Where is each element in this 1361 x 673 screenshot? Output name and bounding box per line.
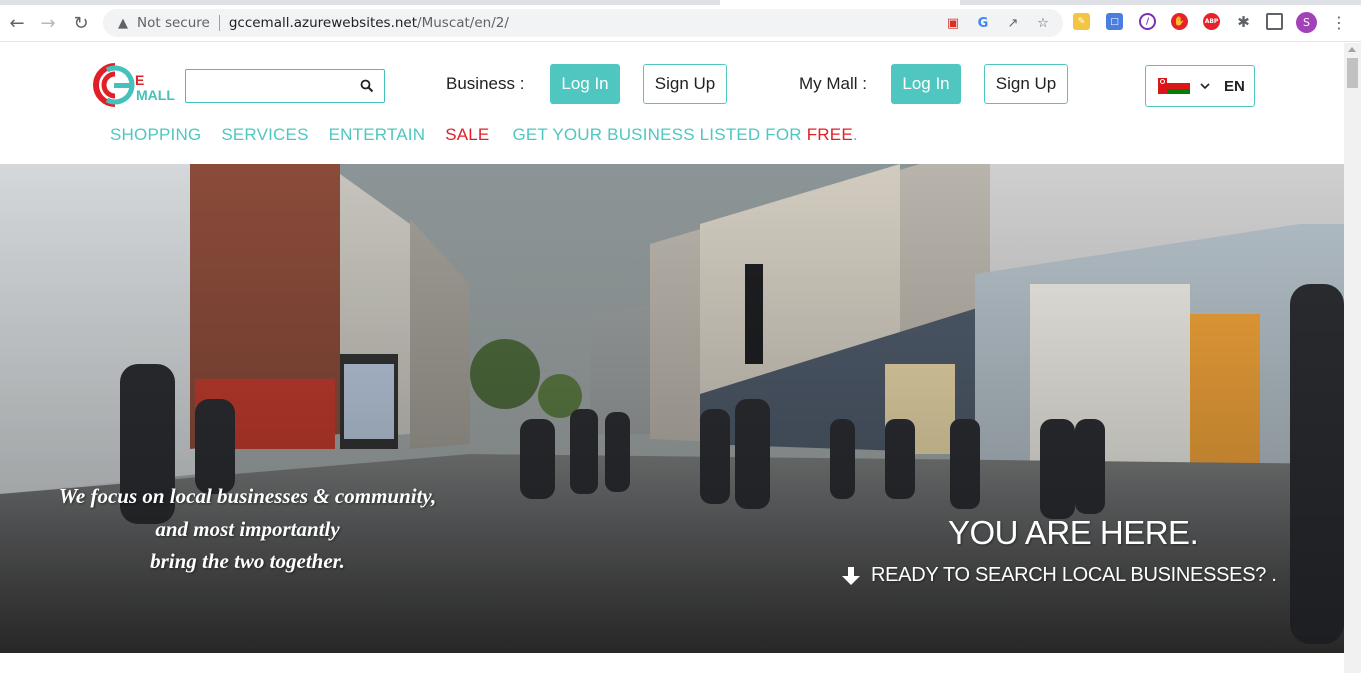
hero-tagline: We focus on local businesses & community…: [40, 480, 455, 578]
block-extension-icon[interactable]: /: [1139, 13, 1156, 30]
oman-flag-icon: [1158, 78, 1190, 94]
notes-extension-icon[interactable]: ✎: [1073, 13, 1090, 30]
arrow-down-icon: [842, 566, 860, 585]
tab-strip: [0, 0, 1361, 5]
listing-prefix: GET YOUR BUSINESS LISTED FOR: [512, 125, 807, 144]
nav-list-business-free[interactable]: GET YOUR BUSINESS LISTED FOR FREE.: [512, 125, 857, 145]
docs-extension-icon[interactable]: □: [1106, 13, 1123, 30]
business-label: Business :: [446, 74, 525, 93]
main-nav: SHOPPING SERVICES ENTERTAIN SALE GET YOU…: [110, 125, 878, 145]
warning-icon[interactable]: ▲: [115, 15, 131, 31]
my-mall-login-button[interactable]: Log In: [891, 64, 961, 104]
language-code: EN: [1224, 77, 1245, 95]
my-mall-signup-button[interactable]: Sign Up: [984, 64, 1068, 104]
search-icon[interactable]: [360, 79, 374, 93]
page-scrollbar[interactable]: [1344, 43, 1361, 673]
browser-toolbar: ← → ↻ ▲ Not secure gccemall.azurewebsite…: [0, 0, 1361, 42]
hero-title: YOU ARE HERE.: [948, 514, 1199, 551]
scroll-thumb[interactable]: [1347, 58, 1358, 88]
site-search: [185, 69, 385, 103]
google-translate-icon[interactable]: G: [975, 15, 991, 31]
chevron-down-icon: [1200, 83, 1210, 90]
listing-suffix: .: [852, 125, 858, 144]
bookmark-star-icon[interactable]: ☆: [1035, 15, 1051, 31]
hero-search-prompt[interactable]: READY TO SEARCH LOCAL BUSINESSES? .: [840, 564, 1277, 587]
logo-letter-e: E: [135, 72, 145, 88]
gce-mall-logo[interactable]: E MALL: [85, 60, 185, 110]
blocked-popup-icon[interactable]: ▣: [945, 15, 961, 31]
url-text[interactable]: gccemall.azurewebsites.net/Muscat/en/2/: [229, 15, 509, 31]
language-selector[interactable]: EN: [1145, 65, 1255, 107]
tagline-line-1: We focus on local businesses & community…: [58, 484, 437, 508]
profile-avatar[interactable]: S: [1296, 12, 1317, 33]
browser-menu-icon[interactable]: ⋮: [1330, 12, 1348, 32]
nav-entertain[interactable]: ENTERTAIN: [329, 125, 426, 145]
search-input[interactable]: [188, 72, 348, 100]
extensions-puzzle-icon[interactable]: ✱: [1235, 13, 1252, 31]
logo-word-mall: MALL: [136, 87, 175, 103]
side-panel-icon[interactable]: [1266, 13, 1283, 30]
reload-icon[interactable]: ↻: [70, 12, 92, 34]
address-separator: [218, 15, 220, 31]
hero-subtitle: READY TO SEARCH LOCAL BUSINESSES? .: [871, 564, 1277, 586]
listing-free: FREE: [806, 125, 853, 144]
tagline-line-3: bring the two together.: [150, 549, 345, 573]
abp-extension-icon[interactable]: ABP: [1203, 13, 1220, 30]
share-icon[interactable]: ↗: [1005, 15, 1021, 31]
scroll-up-arrow-icon[interactable]: [1348, 47, 1356, 52]
nav-sale[interactable]: SALE: [445, 125, 489, 145]
business-login-button[interactable]: Log In: [550, 64, 620, 104]
adblock-hand-icon[interactable]: ✋: [1171, 13, 1188, 30]
not-secure-label[interactable]: Not secure: [137, 15, 210, 31]
tagline-line-2: and most importantly: [155, 516, 340, 541]
url-path: /Muscat/en/2/: [417, 15, 509, 31]
nav-services[interactable]: SERVICES: [221, 125, 308, 145]
hero-banner: We focus on local businesses & community…: [0, 164, 1344, 653]
active-tab[interactable]: [720, 0, 960, 5]
nav-shopping[interactable]: SHOPPING: [110, 125, 201, 145]
address-bar[interactable]: ▲ Not secure gccemall.azurewebsites.net/…: [103, 9, 1063, 37]
back-icon[interactable]: ←: [6, 12, 28, 34]
business-signup-button[interactable]: Sign Up: [643, 64, 727, 104]
forward-icon[interactable]: →: [37, 12, 59, 34]
url-domain: gccemall.azurewebsites.net: [228, 15, 418, 31]
webpage: E MALL Business : Log In Sign Up My Mall…: [0, 43, 1344, 673]
my-mall-label: My Mall :: [799, 74, 867, 93]
